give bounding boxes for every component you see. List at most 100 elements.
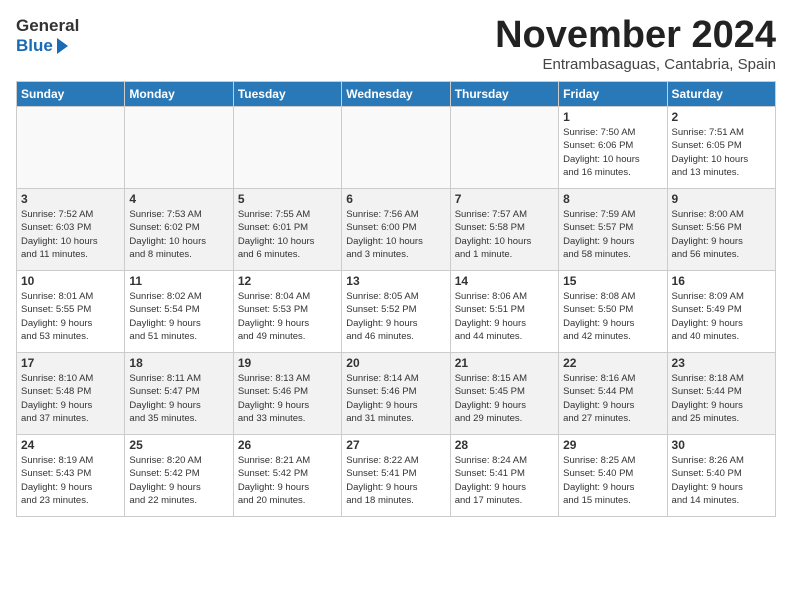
day-cell: 19 Sunrise: 8:13 AM Sunset: 5:46 PM Dayli…: [233, 353, 341, 435]
day-detail: Sunrise: 8:13 AM Sunset: 5:46 PM Dayligh…: [238, 372, 337, 425]
day-cell: 20 Sunrise: 8:14 AM Sunset: 5:46 PM Dayli…: [342, 353, 450, 435]
day-number: 3: [21, 192, 120, 206]
day-cell: 1 Sunrise: 7:50 AM Sunset: 6:06 PM Daylig…: [559, 107, 667, 189]
day-number: 2: [672, 110, 771, 124]
day-detail: Sunrise: 8:11 AM Sunset: 5:47 PM Dayligh…: [129, 372, 228, 425]
day-number: 18: [129, 356, 228, 370]
day-cell: 24 Sunrise: 8:19 AM Sunset: 5:43 PM Dayli…: [17, 435, 125, 517]
month-title: November 2024: [495, 16, 776, 54]
week-row-1: 1 Sunrise: 7:50 AM Sunset: 6:06 PM Daylig…: [17, 107, 776, 189]
week-row-3: 10Sunrise: 8:01 AM Sunset: 5:55 PM Dayli…: [17, 271, 776, 353]
day-number: 6: [346, 192, 445, 206]
day-detail: Sunrise: 8:14 AM Sunset: 5:46 PM Dayligh…: [346, 372, 445, 425]
day-cell: 25Sunrise: 8:20 AM Sunset: 5:42 PM Dayli…: [125, 435, 233, 517]
day-number: 24: [21, 438, 120, 452]
day-cell: 29 Sunrise: 8:25 AM Sunset: 5:40 PM Dayli…: [559, 435, 667, 517]
day-detail: Sunrise: 8:25 AM Sunset: 5:40 PM Dayligh…: [563, 454, 662, 507]
day-cell: 13 Sunrise: 8:05 AM Sunset: 5:52 PM Dayli…: [342, 271, 450, 353]
day-detail: Sunrise: 8:20 AM Sunset: 5:42 PM Dayligh…: [129, 454, 228, 507]
col-header-monday: Monday: [125, 82, 233, 107]
col-header-tuesday: Tuesday: [233, 82, 341, 107]
logo-blue-row: Blue: [16, 36, 79, 56]
day-number: 4: [129, 192, 228, 206]
day-cell: 15 Sunrise: 8:08 AM Sunset: 5:50 PM Dayli…: [559, 271, 667, 353]
day-cell: 16 Sunrise: 8:09 AM Sunset: 5:49 PM Dayli…: [667, 271, 775, 353]
day-number: 16: [672, 274, 771, 288]
day-cell: [450, 107, 558, 189]
day-detail: Sunrise: 8:24 AM Sunset: 5:41 PM Dayligh…: [455, 454, 554, 507]
header: General Blue November 2024 Entrambasagua…: [16, 16, 776, 73]
day-detail: Sunrise: 8:15 AM Sunset: 5:45 PM Dayligh…: [455, 372, 554, 425]
logo-blue: Blue: [16, 36, 53, 56]
week-row-5: 24 Sunrise: 8:19 AM Sunset: 5:43 PM Dayli…: [17, 435, 776, 517]
day-cell: 17 Sunrise: 8:10 AM Sunset: 5:48 PM Dayli…: [17, 353, 125, 435]
day-detail: Sunrise: 8:09 AM Sunset: 5:49 PM Dayligh…: [672, 290, 771, 343]
day-number: 11: [129, 274, 228, 288]
day-number: 17: [21, 356, 120, 370]
header-row: SundayMondayTuesdayWednesdayThursdayFrid…: [17, 82, 776, 107]
location: Entrambasaguas, Cantabria, Spain: [495, 56, 776, 73]
day-detail: Sunrise: 8:08 AM Sunset: 5:50 PM Dayligh…: [563, 290, 662, 343]
day-number: 9: [672, 192, 771, 206]
day-cell: 7Sunrise: 7:57 AM Sunset: 5:58 PM Daylig…: [450, 189, 558, 271]
title-block: November 2024 Entrambasaguas, Cantabria,…: [495, 16, 776, 73]
day-number: 28: [455, 438, 554, 452]
col-header-thursday: Thursday: [450, 82, 558, 107]
day-cell: 28 Sunrise: 8:24 AM Sunset: 5:41 PM Dayli…: [450, 435, 558, 517]
day-number: 29: [563, 438, 662, 452]
col-header-saturday: Saturday: [667, 82, 775, 107]
day-cell: 22Sunrise: 8:16 AM Sunset: 5:44 PM Dayli…: [559, 353, 667, 435]
day-number: 20: [346, 356, 445, 370]
day-detail: Sunrise: 8:18 AM Sunset: 5:44 PM Dayligh…: [672, 372, 771, 425]
day-number: 23: [672, 356, 771, 370]
logo-arrow-icon: [57, 38, 68, 54]
day-cell: 9Sunrise: 8:00 AM Sunset: 5:56 PM Daylig…: [667, 189, 775, 271]
day-cell: 3 Sunrise: 7:52 AM Sunset: 6:03 PM Daylig…: [17, 189, 125, 271]
day-detail: Sunrise: 8:02 AM Sunset: 5:54 PM Dayligh…: [129, 290, 228, 343]
day-number: 12: [238, 274, 337, 288]
day-detail: Sunrise: 7:55 AM Sunset: 6:01 PM Dayligh…: [238, 208, 337, 261]
day-number: 10: [21, 274, 120, 288]
page: General Blue November 2024 Entrambasagua…: [0, 0, 792, 525]
day-number: 15: [563, 274, 662, 288]
day-detail: Sunrise: 8:21 AM Sunset: 5:42 PM Dayligh…: [238, 454, 337, 507]
day-cell: 18 Sunrise: 8:11 AM Sunset: 5:47 PM Dayli…: [125, 353, 233, 435]
day-cell: 4Sunrise: 7:53 AM Sunset: 6:02 PM Daylig…: [125, 189, 233, 271]
col-header-wednesday: Wednesday: [342, 82, 450, 107]
day-number: 7: [455, 192, 554, 206]
day-detail: Sunrise: 7:51 AM Sunset: 6:05 PM Dayligh…: [672, 126, 771, 179]
day-number: 26: [238, 438, 337, 452]
day-detail: Sunrise: 7:56 AM Sunset: 6:00 PM Dayligh…: [346, 208, 445, 261]
week-row-2: 3 Sunrise: 7:52 AM Sunset: 6:03 PM Daylig…: [17, 189, 776, 271]
day-cell: 27Sunrise: 8:22 AM Sunset: 5:41 PM Dayli…: [342, 435, 450, 517]
logo-general: General: [16, 16, 79, 36]
day-cell: 5Sunrise: 7:55 AM Sunset: 6:01 PM Daylig…: [233, 189, 341, 271]
day-number: 19: [238, 356, 337, 370]
day-cell: 6 Sunrise: 7:56 AM Sunset: 6:00 PM Daylig…: [342, 189, 450, 271]
day-number: 27: [346, 438, 445, 452]
day-number: 21: [455, 356, 554, 370]
day-detail: Sunrise: 7:50 AM Sunset: 6:06 PM Dayligh…: [563, 126, 662, 179]
day-detail: Sunrise: 8:05 AM Sunset: 5:52 PM Dayligh…: [346, 290, 445, 343]
day-detail: Sunrise: 7:59 AM Sunset: 5:57 PM Dayligh…: [563, 208, 662, 261]
week-row-4: 17 Sunrise: 8:10 AM Sunset: 5:48 PM Dayli…: [17, 353, 776, 435]
day-cell: 11 Sunrise: 8:02 AM Sunset: 5:54 PM Dayli…: [125, 271, 233, 353]
day-cell: 10Sunrise: 8:01 AM Sunset: 5:55 PM Dayli…: [17, 271, 125, 353]
day-cell: 23 Sunrise: 8:18 AM Sunset: 5:44 PM Dayli…: [667, 353, 775, 435]
day-detail: Sunrise: 8:06 AM Sunset: 5:51 PM Dayligh…: [455, 290, 554, 343]
day-cell: [233, 107, 341, 189]
day-detail: Sunrise: 8:16 AM Sunset: 5:44 PM Dayligh…: [563, 372, 662, 425]
day-cell: 8Sunrise: 7:59 AM Sunset: 5:57 PM Daylig…: [559, 189, 667, 271]
day-cell: 12Sunrise: 8:04 AM Sunset: 5:53 PM Dayli…: [233, 271, 341, 353]
logo: General Blue: [16, 16, 79, 56]
day-number: 1: [563, 110, 662, 124]
day-cell: 26 Sunrise: 8:21 AM Sunset: 5:42 PM Dayli…: [233, 435, 341, 517]
day-detail: Sunrise: 7:52 AM Sunset: 6:03 PM Dayligh…: [21, 208, 120, 261]
day-cell: [125, 107, 233, 189]
day-cell: 2 Sunrise: 7:51 AM Sunset: 6:05 PM Daylig…: [667, 107, 775, 189]
day-cell: [342, 107, 450, 189]
day-number: 13: [346, 274, 445, 288]
day-detail: Sunrise: 8:10 AM Sunset: 5:48 PM Dayligh…: [21, 372, 120, 425]
calendar-table: SundayMondayTuesdayWednesdayThursdayFrid…: [16, 81, 776, 517]
day-detail: Sunrise: 8:19 AM Sunset: 5:43 PM Dayligh…: [21, 454, 120, 507]
